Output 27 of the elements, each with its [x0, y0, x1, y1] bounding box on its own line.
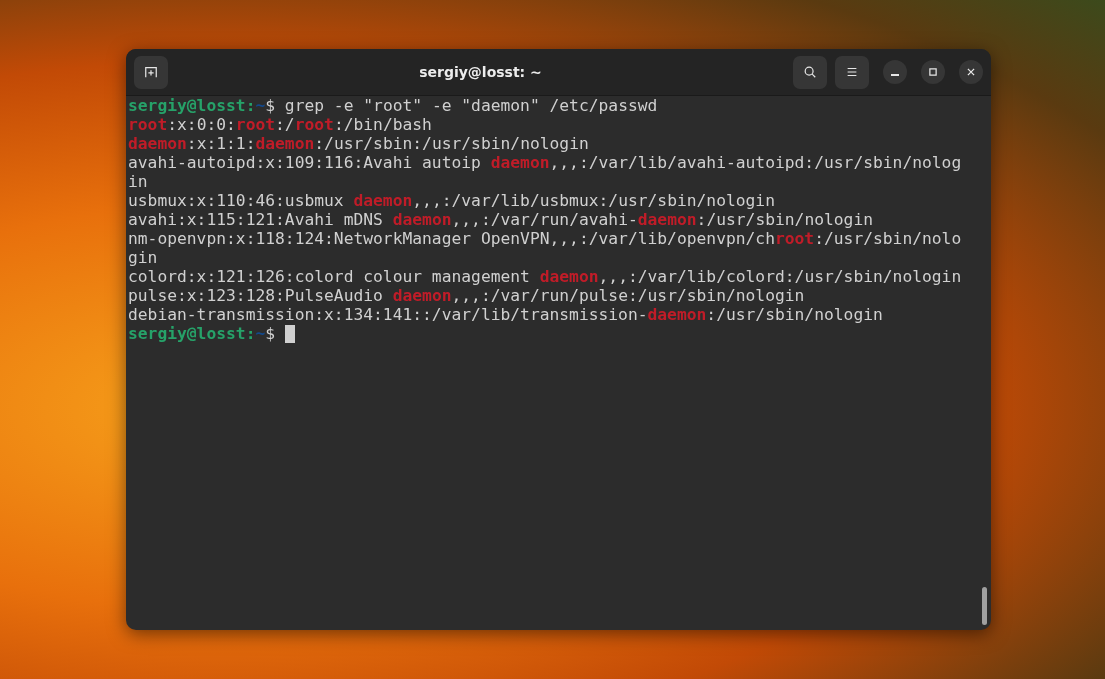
menu-button[interactable]: [835, 55, 869, 89]
terminal-line: root:x:0:0:root:/root:/bin/bash: [128, 115, 432, 134]
terminal-line: avahi:x:115:121:Avahi mDNS daemon,,,:/var/run/avahi-daemon:/usr/sbin/nologin: [128, 210, 874, 229]
search-button[interactable]: [793, 55, 827, 89]
terminal-line: colord:x:121:126:colord colour management daemon,,,:/var/lib/colord:/usr/sbin/nologin: [128, 267, 962, 286]
minimize-icon: [891, 74, 899, 76]
maximize-button[interactable]: [921, 60, 945, 84]
window-title: sergiy@losst: ~: [418, 64, 543, 80]
new-tab-button[interactable]: [134, 55, 168, 89]
menu-icon: [845, 65, 859, 79]
scrollbar[interactable]: [982, 587, 987, 625]
minimize-button[interactable]: [883, 60, 907, 84]
new-tab-icon: [144, 65, 158, 79]
terminal-line: pulse:x:123:128:PulseAudio daemon,,,:/var/run/pulse:/usr/sbin/nologin: [128, 286, 805, 305]
terminal-line: debian-transmission:x:134:141::/var/lib/transmission-daemon:/usr/sbin/nologin: [128, 305, 883, 324]
terminal-line: gin: [128, 248, 158, 267]
terminal-line: sergiy@losst:~$ grep -e "root" -e "daemon" /etc/passwd: [128, 96, 658, 115]
terminal-line: in: [128, 172, 148, 191]
terminal-line: daemon:x:1:1:daemon:/usr/sbin:/usr/sbin/nologin: [128, 134, 589, 153]
close-button[interactable]: [959, 60, 983, 84]
terminal-line: avahi-autoipd:x:109:116:Avahi autoip daemon,,,:/var/lib/avahi-autoipd:/usr/sbin/nolog: [128, 153, 962, 172]
terminal-line: sergiy@losst:~$: [128, 324, 277, 343]
maximize-icon: [928, 67, 938, 77]
terminal-line: usbmux:x:110:46:usbmux daemon,,,:/var/lib/usbmux:/usr/sbin/nologin: [128, 191, 775, 210]
close-icon: [966, 67, 976, 77]
terminal-line: nm-openvpn:x:118:124:NetworkManager OpenVPN,,,:/var/lib/openvpn/chroot:/usr/sbin/nolo: [128, 229, 962, 248]
search-icon: [803, 65, 817, 79]
